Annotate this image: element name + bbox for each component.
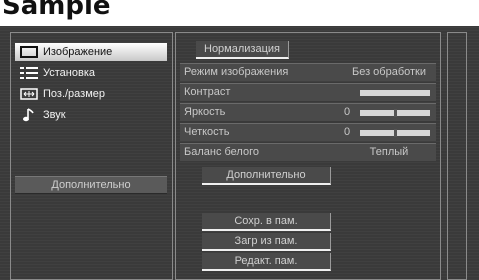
- row-label: Баланс белого: [184, 146, 259, 158]
- row-label: Режим изображения: [184, 66, 289, 78]
- osd-screen: Изображение Установка Поз./размер Звук Д…: [0, 26, 479, 280]
- list-icon: [15, 64, 43, 82]
- picture-mode-row[interactable]: Режим изображения Без обработки: [180, 63, 436, 81]
- music-note-icon: [15, 106, 43, 124]
- slider-knob[interactable]: [394, 129, 397, 137]
- menu-item-sound[interactable]: Звук: [15, 106, 167, 124]
- menu-item-label: Поз./размер: [43, 88, 106, 100]
- advanced-button-left[interactable]: Дополнительно: [15, 176, 167, 194]
- menu-item-label: Звук: [43, 109, 66, 121]
- row-value: Без обработки: [351, 66, 427, 78]
- menu-item-setup[interactable]: Установка: [15, 64, 167, 82]
- title-strip: Sample: [0, 0, 479, 26]
- contrast-row[interactable]: Контраст: [180, 83, 436, 101]
- menu-item-label: Изображение: [43, 46, 113, 58]
- main-menu-panel: Изображение Установка Поз./размер Звук Д…: [10, 32, 173, 280]
- load-memory-button[interactable]: Загр из пам.: [202, 233, 331, 251]
- normalize-button[interactable]: Нормализация: [196, 41, 289, 59]
- menu-item-picture[interactable]: Изображение: [15, 43, 167, 61]
- row-value: Теплый: [369, 146, 409, 158]
- side-strip: [447, 32, 467, 280]
- white-balance-row[interactable]: Баланс белого Теплый: [180, 143, 436, 161]
- brightness-row[interactable]: Яркость 0: [180, 103, 436, 121]
- menu-item-position-size[interactable]: Поз./размер: [15, 85, 167, 103]
- row-value: 0: [344, 106, 351, 118]
- row-value: 0: [344, 126, 351, 138]
- edit-memory-button[interactable]: Редакт. пам.: [202, 253, 331, 271]
- sharpness-slider[interactable]: [360, 129, 430, 137]
- position-size-icon: [15, 85, 43, 103]
- monitor-icon: [15, 43, 43, 61]
- page-title: Sample: [2, 0, 111, 21]
- menu-item-label: Установка: [43, 67, 95, 79]
- row-label: Четкость: [184, 126, 230, 138]
- contrast-slider[interactable]: [360, 90, 430, 96]
- save-memory-button[interactable]: Сохр. в пам.: [202, 213, 331, 231]
- brightness-slider[interactable]: [360, 109, 430, 117]
- row-label: Яркость: [184, 106, 226, 118]
- picture-settings-panel: Нормализация Режим изображения Без обраб…: [175, 32, 441, 280]
- row-label: Контраст: [184, 86, 231, 98]
- sharpness-row[interactable]: Четкость 0: [180, 123, 436, 141]
- slider-knob[interactable]: [394, 109, 397, 117]
- advanced-button[interactable]: Дополнительно: [202, 167, 331, 185]
